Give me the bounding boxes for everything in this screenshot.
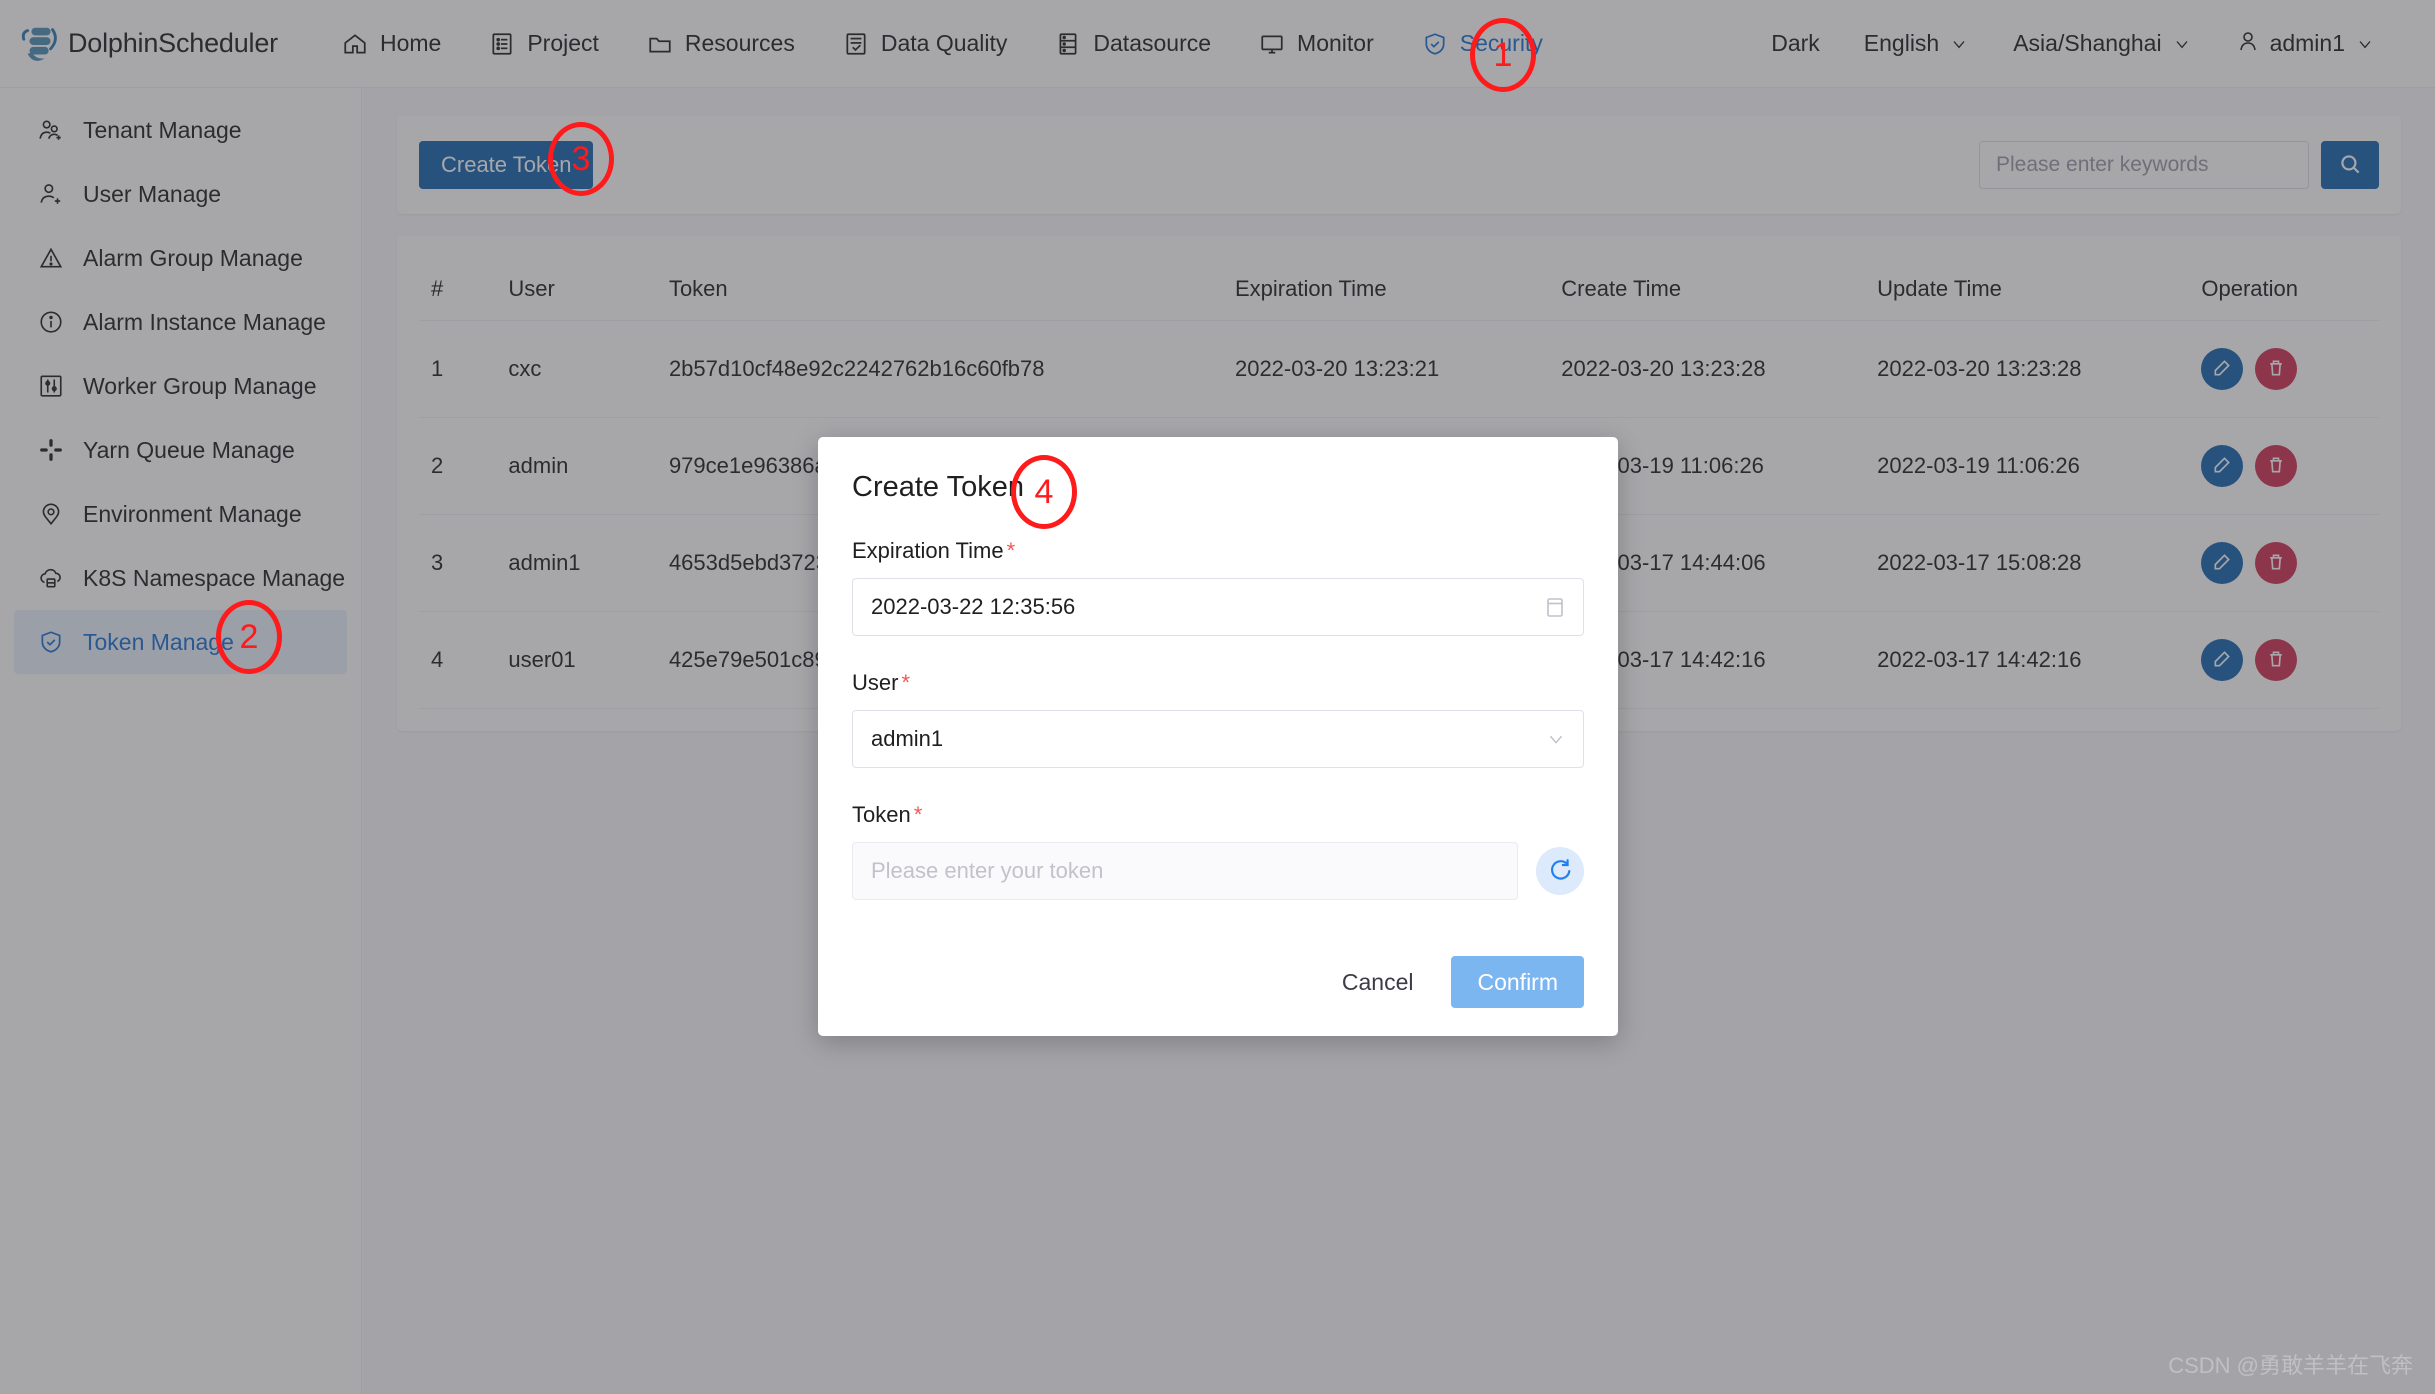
expiration-time-field[interactable] <box>852 578 1584 636</box>
refresh-icon <box>1547 857 1573 886</box>
create-token-dialog: Create Token Expiration Time* User* Toke… <box>818 437 1618 1036</box>
watermark: CSDN @勇敢羊羊在飞奔 <box>2168 1353 2413 1378</box>
app-root: DolphinScheduler Home Project Resources … <box>0 0 2435 1394</box>
dialog-title: Create Token <box>852 471 1024 503</box>
annotation-marker-2: 2 <box>216 600 282 674</box>
user-label-text: User <box>852 670 899 695</box>
expiration-time-input[interactable] <box>869 593 1543 621</box>
required-asterisk: * <box>1006 538 1016 563</box>
token-label: Token * <box>852 802 1584 828</box>
dialog-footer: Cancel Confirm <box>852 956 1584 1008</box>
required-asterisk: * <box>913 802 923 827</box>
token-label-text: Token <box>852 802 911 827</box>
expiration-time-label-text: Expiration Time <box>852 538 1004 563</box>
token-field[interactable] <box>852 842 1518 900</box>
annotation-marker-3: 3 <box>548 122 614 196</box>
confirm-button[interactable]: Confirm <box>1451 956 1584 1008</box>
cancel-button[interactable]: Cancel <box>1326 959 1430 1006</box>
generate-token-button[interactable] <box>1536 847 1584 895</box>
annotation-marker-4: 4 <box>1011 455 1077 529</box>
expiration-time-label: Expiration Time * <box>852 538 1584 564</box>
annotation-marker-1: 1 <box>1470 18 1536 92</box>
required-asterisk: * <box>901 670 911 695</box>
user-select[interactable] <box>852 710 1584 768</box>
token-field-row <box>852 842 1584 900</box>
chevron-down-icon[interactable] <box>1545 728 1567 750</box>
token-input[interactable] <box>869 857 1501 885</box>
calendar-icon[interactable] <box>1543 595 1567 619</box>
user-label: User * <box>852 670 1584 696</box>
user-select-value[interactable] <box>869 725 1545 753</box>
